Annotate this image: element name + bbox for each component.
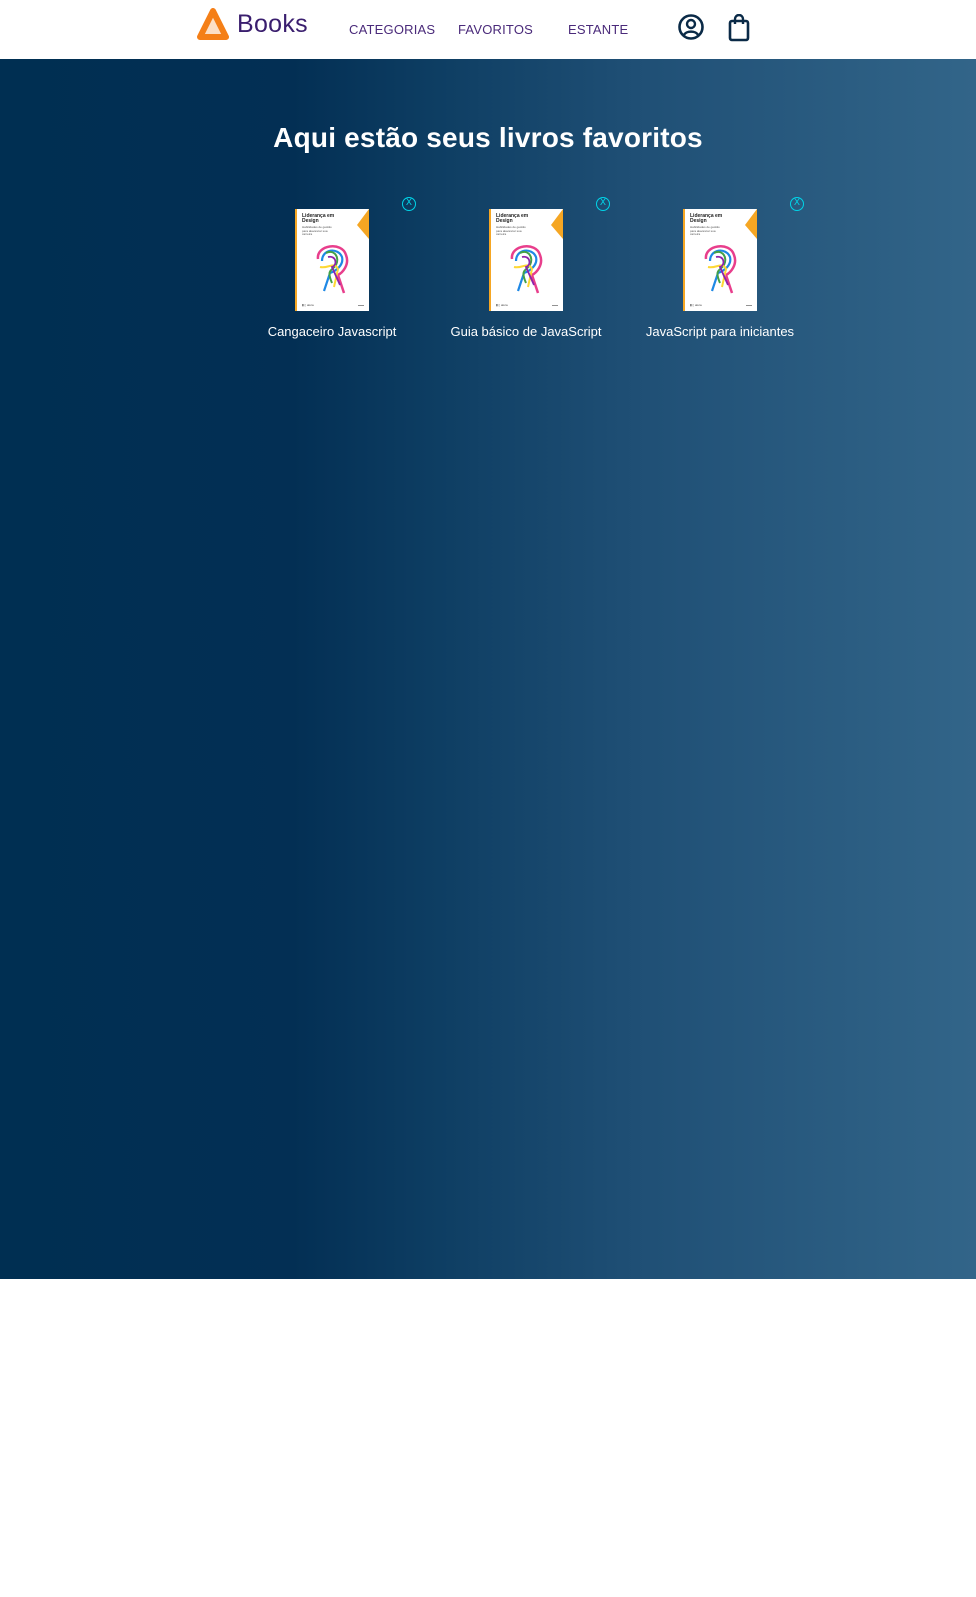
- triangle-logo-icon: [197, 8, 229, 40]
- cover-corner-decoration: [551, 209, 563, 239]
- cover-title: Liderança em Design: [690, 213, 723, 224]
- cover-art-head-icon: [316, 245, 349, 294]
- cover-subtitle: Habilidades de gestão para alavancar sua…: [302, 225, 332, 236]
- favorite-book-card: Liderança em Design Habilidades de gestã…: [256, 197, 416, 359]
- remove-favorite-button[interactable]: X: [596, 197, 610, 211]
- cover-title: Liderança em Design: [496, 213, 529, 224]
- cover-author-mark: ▬▬: [358, 303, 364, 307]
- remove-favorite-button[interactable]: X: [790, 197, 804, 211]
- cover-publisher-mark: ▮ ▯ alura: [302, 303, 314, 307]
- favorite-book-card: Liderança em Design Habilidades de gestã…: [644, 197, 804, 359]
- cover-subtitle: Habilidades de gestão para alavancar sua…: [496, 225, 526, 236]
- cover-art-head-icon: [704, 245, 737, 294]
- book-title[interactable]: Cangaceiro Javascript: [226, 324, 438, 339]
- nav-link-estante[interactable]: ESTANTE: [568, 22, 628, 37]
- remove-favorite-button[interactable]: X: [402, 197, 416, 211]
- brand-name: Books: [237, 9, 308, 38]
- top-navbar: Books CATEGORIAS FAVORITOS ESTANTE: [0, 0, 976, 59]
- page-title: Aqui estão seus livros favoritos: [273, 122, 703, 153]
- nav-link-favoritos[interactable]: FAVORITOS: [458, 22, 533, 37]
- cover-author-mark: ▬▬: [552, 303, 558, 307]
- cover-publisher-mark: ▮ ▯ alura: [496, 303, 508, 307]
- brand-logo[interactable]: Books: [197, 7, 308, 41]
- user-circle-icon[interactable]: [677, 13, 705, 46]
- shopping-bag-icon[interactable]: [727, 13, 751, 47]
- cover-publisher-mark: ▮ ▯ alura: [690, 303, 702, 307]
- nav-link-categorias[interactable]: CATEGORIAS: [349, 22, 435, 37]
- favorites-section: Aqui estão seus livros favoritos Lideran…: [0, 59, 976, 1279]
- cover-title: Liderança em Design: [302, 213, 335, 224]
- book-title[interactable]: JavaScript para iniciantes: [614, 324, 826, 339]
- cover-author-mark: ▬▬: [746, 303, 752, 307]
- cover-corner-decoration: [745, 209, 757, 239]
- cover-subtitle: Habilidades de gestão para alavancar sua…: [690, 225, 720, 236]
- book-title[interactable]: Guia básico de JavaScript: [420, 324, 632, 339]
- cover-art-head-icon: [510, 245, 543, 294]
- book-cover[interactable]: Liderança em Design Habilidades de gestã…: [683, 209, 757, 311]
- book-cover[interactable]: Liderança em Design Habilidades de gestã…: [295, 209, 369, 311]
- book-cover[interactable]: Liderança em Design Habilidades de gestã…: [489, 209, 563, 311]
- cover-corner-decoration: [357, 209, 369, 239]
- favorite-book-card: Liderança em Design Habilidades de gestã…: [450, 197, 610, 359]
